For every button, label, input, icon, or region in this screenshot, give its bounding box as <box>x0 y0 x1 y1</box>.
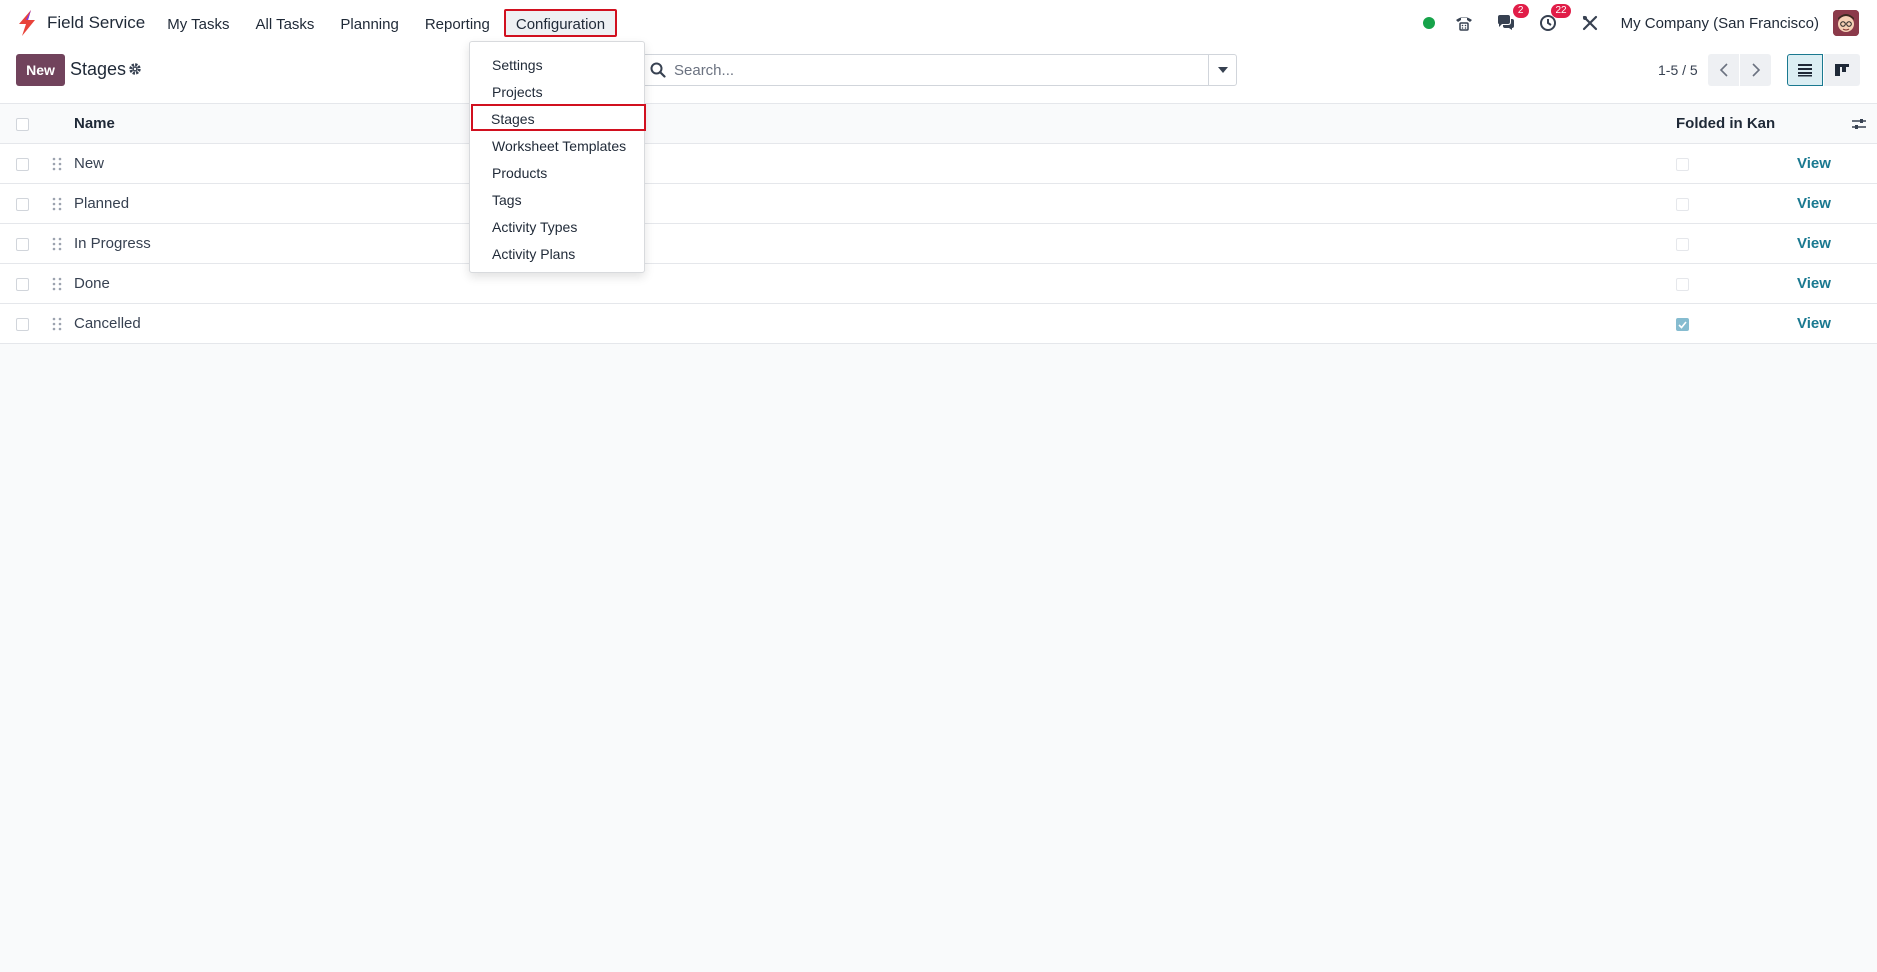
select-all-checkbox[interactable] <box>16 118 29 131</box>
optional-columns-icon[interactable] <box>1851 117 1867 131</box>
row-checkbox[interactable] <box>16 198 29 211</box>
dropdown-item-products[interactable]: Products <box>470 158 646 185</box>
systray: 2 22 My Company (San Francisco) <box>1423 0 1859 46</box>
search-bar <box>637 54 1237 86</box>
activities-badge: 22 <box>1551 4 1570 18</box>
top-navbar: Field Service My Tasks All Tasks Plannin… <box>0 0 1877 46</box>
list-view-button[interactable] <box>1787 54 1823 86</box>
search-icon <box>650 62 666 78</box>
chevron-right-icon <box>1751 63 1761 77</box>
kanban-view-button[interactable] <box>1824 54 1860 86</box>
main-menu: My Tasks All Tasks Planning Reporting Co… <box>155 0 619 46</box>
stage-name[interactable]: Planned <box>74 195 129 212</box>
kanban-icon <box>1834 63 1850 77</box>
configuration-dropdown: Settings Projects Stages Worksheet Templ… <box>469 41 645 273</box>
app-logo-icon[interactable] <box>16 9 38 37</box>
drag-handle-icon[interactable] <box>52 237 62 251</box>
dropdown-item-settings[interactable]: Settings <box>470 50 646 77</box>
search-input[interactable] <box>674 56 1208 84</box>
dropdown-item-tags[interactable]: Tags <box>470 185 646 212</box>
menu-all-tasks[interactable]: All Tasks <box>244 9 327 37</box>
stage-name[interactable]: Cancelled <box>74 315 141 332</box>
folded-checkbox <box>1676 198 1689 211</box>
dropdown-item-stages[interactable]: Stages <box>471 104 646 131</box>
table-row[interactable]: Cancelled View <box>0 304 1877 344</box>
activities-clock-icon[interactable]: 22 <box>1537 12 1559 34</box>
stages-list-table: Name Folded in Kan... New View Planned V… <box>0 104 1877 344</box>
drag-handle-icon[interactable] <box>52 157 62 171</box>
drag-handle-icon[interactable] <box>52 277 62 291</box>
stage-name[interactable]: In Progress <box>74 235 151 252</box>
menu-my-tasks[interactable]: My Tasks <box>155 9 241 37</box>
table-row[interactable]: New View <box>0 144 1877 184</box>
dropdown-item-activity-plans[interactable]: Activity Plans <box>470 239 646 266</box>
table-header: Name Folded in Kan... <box>0 104 1877 144</box>
folded-checkbox <box>1676 158 1689 171</box>
folded-checkbox <box>1676 278 1689 291</box>
view-button[interactable]: View <box>1797 275 1831 292</box>
table-row[interactable]: In Progress View <box>0 224 1877 264</box>
row-checkbox[interactable] <box>16 278 29 291</box>
drag-handle-icon[interactable] <box>52 197 62 211</box>
phone-icon[interactable] <box>1453 12 1475 34</box>
messages-badge: 2 <box>1513 4 1529 18</box>
gear-icon[interactable] <box>128 62 142 76</box>
table-row[interactable]: Planned View <box>0 184 1877 224</box>
stage-name[interactable]: New <box>74 155 104 172</box>
user-avatar[interactable] <box>1833 10 1859 36</box>
list-icon <box>1797 63 1813 77</box>
row-checkbox[interactable] <box>16 238 29 251</box>
chevron-left-icon <box>1719 63 1729 77</box>
control-panel: New Stages 1-5 / 5 <box>0 46 1877 104</box>
row-checkbox[interactable] <box>16 158 29 171</box>
menu-planning[interactable]: Planning <box>328 9 410 37</box>
menu-reporting[interactable]: Reporting <box>413 9 502 37</box>
drag-handle-icon[interactable] <box>52 317 62 331</box>
stage-name[interactable]: Done <box>74 275 110 292</box>
column-header-folded[interactable]: Folded in Kan... <box>1676 115 1776 132</box>
debug-tools-icon[interactable] <box>1579 12 1601 34</box>
table-row[interactable]: Done View <box>0 264 1877 304</box>
presence-status-icon[interactable] <box>1423 17 1435 29</box>
caret-down-icon <box>1218 67 1228 73</box>
view-button[interactable]: View <box>1797 155 1831 172</box>
new-button[interactable]: New <box>16 54 65 86</box>
row-checkbox[interactable] <box>16 318 29 331</box>
checkmark-icon <box>1678 321 1687 329</box>
column-header-name[interactable]: Name <box>74 115 115 132</box>
view-button[interactable]: View <box>1797 195 1831 212</box>
company-switcher[interactable]: My Company (San Francisco) <box>1621 15 1819 32</box>
messages-icon[interactable]: 2 <box>1495 12 1517 34</box>
pager-next-button[interactable] <box>1740 54 1771 86</box>
folded-checkbox <box>1676 318 1689 331</box>
pager-previous-button[interactable] <box>1708 54 1739 86</box>
menu-configuration[interactable]: Configuration <box>504 9 617 37</box>
view-button[interactable]: View <box>1797 315 1831 332</box>
view-button[interactable]: View <box>1797 235 1831 252</box>
page-title: Stages <box>70 59 126 80</box>
dropdown-item-worksheet-templates[interactable]: Worksheet Templates <box>470 131 646 158</box>
pager-value[interactable]: 1-5 / 5 <box>1658 62 1698 78</box>
app-name[interactable]: Field Service <box>47 13 145 33</box>
dropdown-item-projects[interactable]: Projects <box>470 77 646 104</box>
dropdown-item-activity-types[interactable]: Activity Types <box>470 212 646 239</box>
folded-checkbox <box>1676 238 1689 251</box>
search-options-toggle[interactable] <box>1208 55 1236 85</box>
